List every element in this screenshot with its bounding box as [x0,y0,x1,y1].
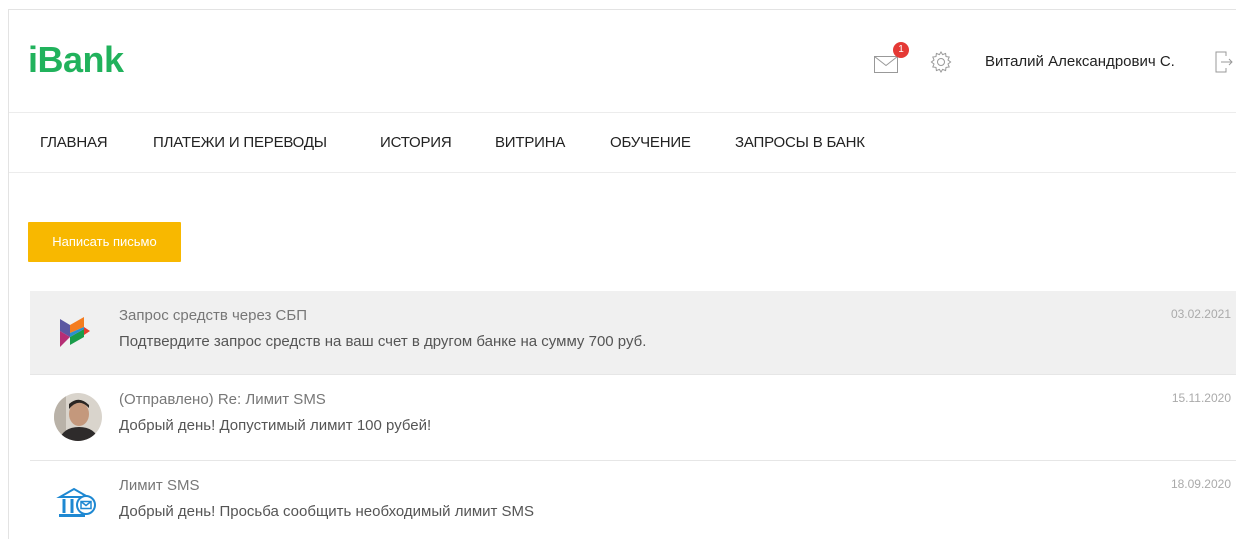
message-list: Запрос средств через СБП Подтвердите зап… [30,291,1236,539]
logo[interactable]: iBank [28,39,124,81]
nav-item-payments[interactable]: ПЛАТЕЖИ И ПЕРЕВОДЫ [153,134,327,151]
settings-button[interactable] [929,50,955,76]
avatar [52,391,104,443]
message-subject: Лимит SMS [119,477,200,494]
nav-item-home[interactable]: ГЛАВНАЯ [40,134,108,151]
mail-button[interactable]: 1 [874,42,909,76]
message-subject: (Отправлено) Re: Лимит SMS [119,391,326,408]
message-date: 15.11.2020 [1171,391,1231,405]
header: iBank 1 Виталий Александрович С. [9,10,1236,113]
nav-item-learning[interactable]: ОБУЧЕНИЕ [610,134,691,151]
message-date: 03.02.2021 [1170,307,1231,321]
compose-button[interactable]: Написать письмо [28,222,181,262]
gear-icon [930,51,952,73]
message-preview: Добрый день! Допустимый лимит 100 рубей! [119,417,432,434]
message-date: 18.09.2020 [1170,477,1231,491]
bank-mail-icon [52,477,104,529]
message-preview: Подтвердите запрос средств на ваш счет в… [119,333,647,350]
main-nav: ГЛАВНАЯ ПЛАТЕЖИ И ПЕРЕВОДЫ ИСТОРИЯ ВИТРИ… [9,113,1236,173]
logout-button[interactable] [1215,50,1235,74]
sbp-logo-icon [52,307,104,359]
app-frame: iBank 1 Виталий Александрович С. ГЛАВНАЯ… [8,9,1236,539]
list-item[interactable]: (Отправлено) Re: Лимит SMS Добрый день! … [30,375,1236,461]
list-item[interactable]: Лимит SMS Добрый день! Просьба сообщить … [30,461,1236,539]
message-preview: Добрый день! Просьба сообщить необходимы… [119,503,535,520]
logout-icon [1215,51,1233,73]
unread-badge: 1 [893,42,909,58]
message-subject: Запрос средств через СБП [119,307,308,324]
user-name[interactable]: Виталий Александрович С. [985,53,1175,70]
list-item[interactable]: Запрос средств через СБП Подтвердите зап… [30,291,1236,375]
nav-item-showcase[interactable]: ВИТРИНА [495,134,565,151]
nav-item-history[interactable]: ИСТОРИЯ [380,134,452,151]
envelope-icon [874,56,898,73]
nav-item-bank-requests[interactable]: ЗАПРОСЫ В БАНК [735,134,865,151]
